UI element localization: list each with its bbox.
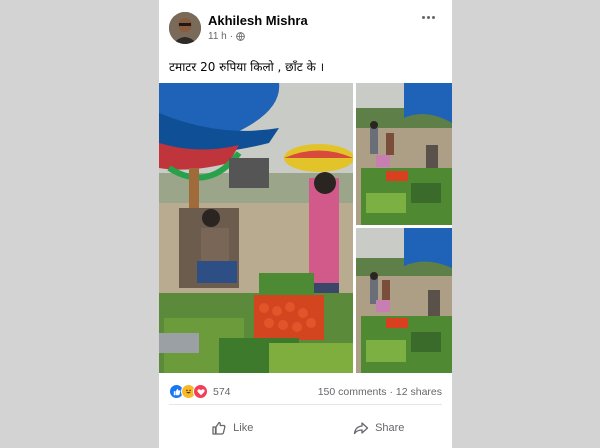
- post-stats: 574 150 comments · 12 shares: [159, 378, 452, 406]
- action-divider: [169, 404, 442, 405]
- comments-shares-count[interactable]: 150 comments · 12 shares: [318, 386, 442, 398]
- post-actions: Like Share: [159, 410, 452, 446]
- post-meta: 11 h ·: [208, 31, 245, 42]
- like-button[interactable]: Like: [159, 410, 306, 446]
- post-header: Akhilesh Mishra 11 h ·: [159, 0, 452, 50]
- post-card: Akhilesh Mishra 11 h · टमाटर 20 रुपिया क…: [159, 0, 452, 448]
- reactions-summary[interactable]: 574: [169, 384, 231, 399]
- author-name[interactable]: Akhilesh Mishra: [208, 13, 308, 28]
- post-photo-tertiary[interactable]: [356, 228, 452, 373]
- like-label: Like: [233, 422, 254, 434]
- share-label: Share: [375, 422, 405, 434]
- reaction-count: 574: [213, 385, 231, 398]
- meta-separator: ·: [229, 31, 234, 42]
- more-options-icon[interactable]: [418, 10, 438, 24]
- share-icon: [353, 422, 369, 435]
- post-photo-main[interactable]: [159, 83, 353, 373]
- love-icon: [193, 384, 208, 399]
- share-button[interactable]: Share: [306, 410, 453, 446]
- thumbs-up-icon: [212, 421, 226, 435]
- post-caption: टमाटर 20 रुपिया किलो , छाँट के ।: [169, 60, 325, 74]
- post-time[interactable]: 11 h: [208, 31, 227, 42]
- globe-icon: [236, 32, 245, 41]
- avatar[interactable]: [169, 12, 201, 44]
- post-photo-secondary[interactable]: [356, 83, 452, 225]
